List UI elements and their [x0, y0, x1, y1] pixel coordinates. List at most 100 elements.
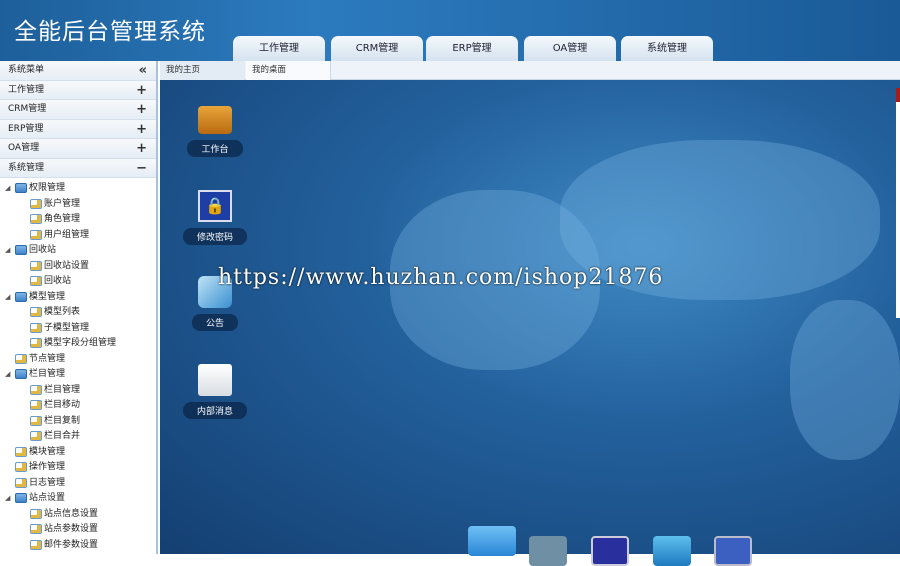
- calendar-icon[interactable]: [529, 536, 567, 566]
- desktop-icon-messages[interactable]: 内部消息: [182, 364, 248, 419]
- section-label: CRM管理: [8, 104, 47, 114]
- expand-icon[interactable]: +: [136, 81, 147, 100]
- tree-node-label: 站点参数设置: [44, 524, 99, 534]
- sidebar-section[interactable]: 系统管理 −: [0, 158, 156, 178]
- tree-node[interactable]: 回收站: [0, 274, 156, 290]
- icon-label: 内部消息: [182, 402, 247, 419]
- file-icon: [15, 446, 27, 457]
- world-map-decoration: [790, 300, 900, 460]
- tree-node[interactable]: 模块管理: [0, 445, 156, 461]
- section-label: 系统管理: [8, 162, 45, 173]
- tree-node[interactable]: ◢ 站点设置: [0, 491, 156, 507]
- tree-node-label: 子模型管理: [44, 322, 90, 333]
- desktop: 工作台 🔒 修改密码 公告 内部消息: [160, 80, 900, 554]
- sidebar: 系统菜单 « 工作管理 + CRM管理 + ERP管理 + OA管理 + 系统管理 − ◢ 权限管理账…: [0, 61, 158, 554]
- top-tab-crm[interactable]: CRM管理: [331, 36, 423, 61]
- tree-node[interactable]: 模型字段分组管理: [0, 336, 156, 352]
- tree-node-label: 栏目管理: [44, 384, 81, 395]
- tree-node-label: 账户管理: [44, 198, 81, 209]
- tree-node-label: 栏目移动: [44, 400, 81, 410]
- file-icon: [30, 260, 42, 271]
- folder-icon: [15, 493, 27, 503]
- section-label: ERP管理: [8, 123, 44, 134]
- folder-icon: [198, 106, 232, 134]
- user-icon[interactable]: [591, 536, 629, 566]
- tree-node[interactable]: ◢ 权限管理: [0, 181, 156, 197]
- top-tab-erp[interactable]: ERP管理: [426, 36, 518, 61]
- tree-node-label: 日志管理: [29, 477, 66, 488]
- tree-node-label: 邮件参数设置: [44, 539, 99, 550]
- top-tab-system[interactable]: 系统管理: [621, 36, 713, 61]
- tree-node-label: 栏目合并: [44, 431, 81, 441]
- tree-node[interactable]: 回收站设置: [0, 259, 156, 275]
- tree-node[interactable]: 站点信息设置: [0, 507, 156, 523]
- file-icon: [30, 400, 42, 410]
- expand-icon[interactable]: +: [136, 100, 147, 119]
- desktop-icon-workbench[interactable]: 工作台: [182, 104, 248, 157]
- tree-node-label: 栏目复制: [44, 415, 81, 426]
- tree-node[interactable]: 节点管理: [0, 352, 156, 368]
- tree-node[interactable]: 模型列表: [0, 305, 156, 321]
- tree-node[interactable]: 栏目移动: [0, 398, 156, 414]
- expand-arrow-icon[interactable]: ◢: [5, 367, 10, 382]
- tree-node-label: 站点信息设置: [44, 508, 99, 519]
- file-icon: [30, 338, 42, 348]
- tree-node-label: 模型列表: [44, 307, 81, 317]
- tree-node[interactable]: 用户组管理: [0, 228, 156, 244]
- tree-node-label: 回收站: [29, 245, 57, 255]
- tab-my-home[interactable]: 我的主页: [160, 61, 245, 80]
- icon-label: 工作台: [187, 140, 243, 157]
- top-tab-oa[interactable]: OA管理: [524, 36, 616, 61]
- app-title: 全能后台管理系统: [14, 19, 206, 45]
- tree-node[interactable]: ◢ 模型管理: [0, 290, 156, 306]
- tree-node[interactable]: ◢ 回收站: [0, 243, 156, 259]
- expand-arrow-icon[interactable]: ◢: [5, 491, 10, 506]
- collapse-section-icon[interactable]: −: [136, 159, 147, 178]
- mail-icon: [198, 364, 232, 396]
- expand-arrow-icon[interactable]: ◢: [5, 290, 10, 305]
- file-icon: [30, 524, 42, 534]
- expand-arrow-icon[interactable]: ◢: [5, 181, 10, 196]
- expand-icon[interactable]: +: [136, 120, 147, 139]
- tree-node[interactable]: 操作管理: [0, 460, 156, 476]
- tree-node[interactable]: 账户管理: [0, 197, 156, 213]
- tree-node-label: 回收站设置: [44, 260, 90, 271]
- file-icon: [15, 477, 27, 488]
- file-icon: [30, 415, 42, 426]
- file-icon: [15, 462, 27, 472]
- tree-node[interactable]: ◢ 栏目管理: [0, 367, 156, 383]
- sidebar-section[interactable]: CRM管理 +: [0, 100, 156, 120]
- tree-node-label: 节点管理: [29, 353, 66, 364]
- file-icon: [30, 198, 42, 209]
- tree-node[interactable]: 栏目合并: [0, 429, 156, 445]
- section-label: OA管理: [8, 143, 40, 153]
- tab-my-desktop[interactable]: 我的桌面: [246, 61, 331, 80]
- top-tab-work[interactable]: 工作管理: [233, 36, 325, 61]
- folder-icon: [15, 369, 27, 379]
- tree-node[interactable]: 子模型管理: [0, 321, 156, 337]
- sidebar-section[interactable]: OA管理 +: [0, 139, 156, 159]
- sidebar-header: 系统菜单 «: [0, 61, 156, 81]
- expand-arrow-icon[interactable]: ◢: [5, 243, 10, 258]
- file-icon: [30, 431, 42, 441]
- home-icon[interactable]: [468, 526, 516, 556]
- tree-node[interactable]: 栏目复制: [0, 414, 156, 430]
- page-tab-bar: 我的主页 我的桌面: [160, 61, 900, 80]
- icon-label: 公告: [191, 314, 238, 331]
- tree-node[interactable]: 栏目管理: [0, 383, 156, 399]
- expand-icon[interactable]: +: [136, 139, 147, 158]
- tree-node-label: 站点设置: [29, 493, 66, 503]
- tree-node[interactable]: 角色管理: [0, 212, 156, 228]
- desktop-icon-change-password[interactable]: 🔒 修改密码: [182, 190, 248, 245]
- tools-icon[interactable]: [714, 536, 752, 566]
- collapse-icon[interactable]: «: [139, 61, 147, 80]
- tree-node[interactable]: 站点参数设置: [0, 522, 156, 538]
- tree-node[interactable]: 邮件参数设置: [0, 538, 156, 554]
- sidebar-section[interactable]: 工作管理 +: [0, 80, 156, 100]
- sidebar-section[interactable]: ERP管理 +: [0, 119, 156, 139]
- refresh-icon[interactable]: [653, 536, 691, 566]
- file-icon: [30, 229, 42, 240]
- tree-node[interactable]: 日志管理: [0, 476, 156, 492]
- file-icon: [30, 322, 42, 333]
- tree-node-label: 模型管理: [29, 291, 66, 302]
